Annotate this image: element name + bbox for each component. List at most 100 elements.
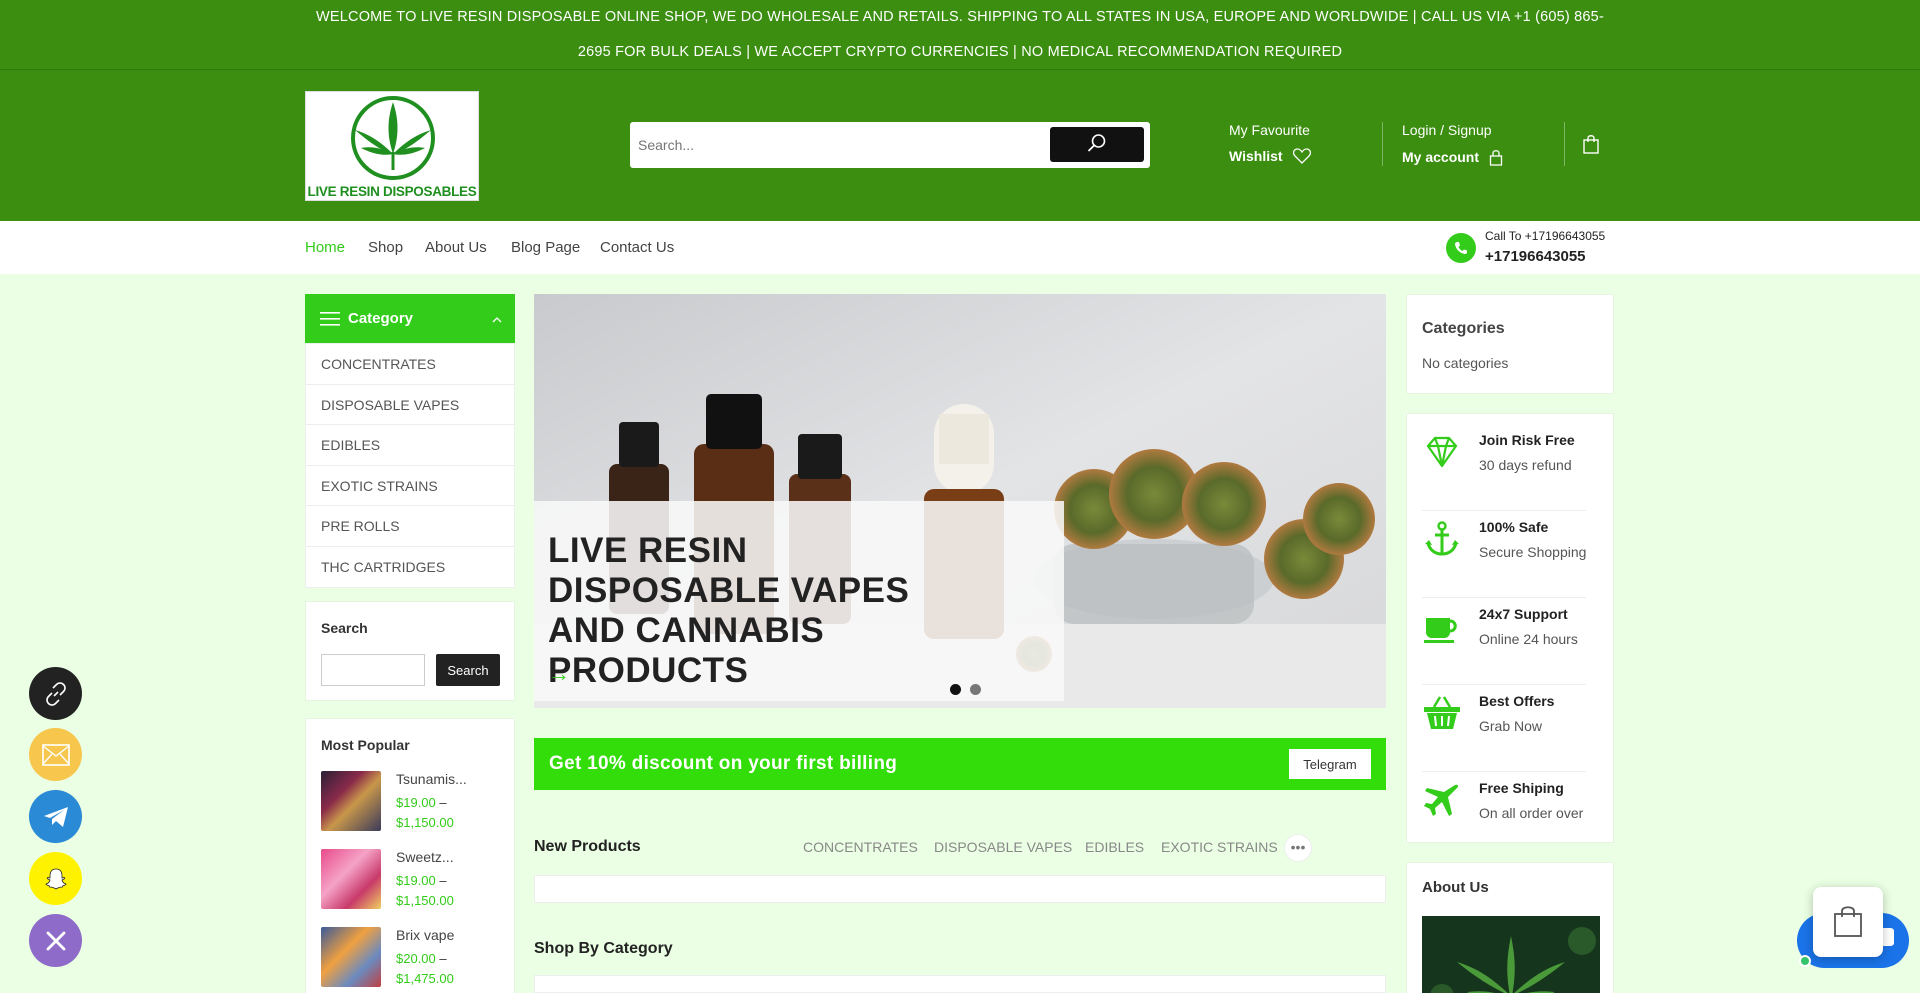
category-toggle[interactable]: Category: [305, 294, 515, 343]
logo-text: LIVE RESIN DISPOSABLES: [307, 184, 477, 199]
product-price: $19.00 – $1,150.00: [396, 795, 454, 830]
telegram-chat-button[interactable]: [29, 790, 82, 843]
main-nav: Home Shop About Us Blog Page Contact Us …: [0, 221, 1920, 274]
product-thumbnail[interactable]: [321, 771, 381, 831]
about-us-image: [1422, 916, 1600, 993]
about-us-title: About Us: [1422, 879, 1489, 896]
close-contacts-button[interactable]: [29, 914, 82, 967]
categories-widget-title: Categories: [1422, 320, 1505, 337]
header-divider: [1564, 122, 1565, 166]
chevron-up-icon: [492, 317, 502, 323]
nav-home[interactable]: Home: [305, 239, 345, 256]
category-item[interactable]: DISPOSABLE VAPES: [306, 385, 514, 425]
sidebar-search-button[interactable]: Search: [436, 654, 500, 686]
feature-title: Join Risk Free: [1479, 432, 1575, 448]
link-icon: [45, 681, 66, 706]
sidebar-search-input[interactable]: [321, 654, 425, 686]
category-item[interactable]: EDIBLES: [306, 425, 514, 466]
tab-disposable-vapes[interactable]: DISPOSABLE VAPES: [934, 839, 1072, 855]
product-name[interactable]: Tsunamis...: [396, 771, 467, 787]
nav-blog-page[interactable]: Blog Page: [511, 239, 580, 256]
most-popular-widget: Most Popular Tsunamis... $19.00 – $1,150…: [305, 718, 515, 993]
product-thumbnail[interactable]: [321, 849, 381, 909]
cart-button[interactable]: [1583, 134, 1599, 159]
announcement-text: WELCOME TO LIVE RESIN DISPOSABLE ONLINE …: [316, 9, 1604, 60]
shop-by-category-title: Shop By Category: [534, 940, 673, 957]
wishlist-link[interactable]: My Favourite Wishlist: [1229, 122, 1311, 164]
new-products-grid: [534, 875, 1386, 903]
feature-item: Join Risk Free 30 days refund: [1422, 424, 1586, 511]
feature-title: Free Shiping: [1479, 780, 1564, 796]
product-name[interactable]: Brix vape: [396, 927, 454, 943]
nav-about-us[interactable]: About Us: [425, 239, 487, 256]
basket-icon: [1424, 696, 1460, 729]
feature-subtitle: On all order over: [1479, 805, 1584, 821]
search-button[interactable]: [1050, 127, 1144, 162]
most-popular-title: Most Popular: [321, 737, 410, 753]
snapchat-ghost-icon: [45, 868, 66, 889]
telegram-button[interactable]: Telegram: [1289, 749, 1371, 779]
nav-shop[interactable]: Shop: [368, 239, 403, 256]
discount-banner: Get 10% discount on your first billing T…: [534, 738, 1386, 790]
sidebar-search-title: Search: [321, 620, 368, 636]
email-button[interactable]: [29, 728, 82, 781]
menu-icon: [320, 312, 340, 326]
category-item[interactable]: PRE ROLLS: [306, 506, 514, 547]
more-tabs-button[interactable]: •••: [1284, 834, 1312, 862]
feature-subtitle: Online 24 hours: [1479, 631, 1578, 647]
search-input[interactable]: [638, 126, 1058, 164]
feature-subtitle: 30 days refund: [1479, 457, 1572, 473]
anchor-icon: [1425, 521, 1459, 556]
category-item[interactable]: EXOTIC STRAINS: [306, 466, 514, 506]
slider-cta-arrow[interactable]: →: [548, 661, 570, 687]
feature-title: 24x7 Support: [1479, 606, 1568, 622]
shopping-bag-icon: [1583, 135, 1599, 154]
tab-concentrates[interactable]: CONCENTRATES: [803, 839, 918, 855]
call-label: Call To +17196643055: [1485, 229, 1606, 243]
slider-dot-1[interactable]: [950, 684, 961, 695]
feature-item: Free Shiping On all order over: [1422, 772, 1586, 859]
feature-item: 24x7 Support Online 24 hours: [1422, 598, 1586, 685]
slider-caption: LIVE RESIN DISPOSABLE VAPES AND CANNABIS…: [534, 501, 1064, 701]
phone-icon[interactable]: [1446, 233, 1476, 263]
coffee-cup-icon: [1424, 618, 1457, 643]
mail-icon: [41, 743, 70, 766]
announcement-bar: WELCOME TO LIVE RESIN DISPOSABLE ONLINE …: [0, 0, 1920, 70]
floating-cart-button[interactable]: [1813, 887, 1883, 957]
account-small-label: Login / Signup: [1402, 122, 1492, 138]
slider-dot-2[interactable]: [970, 684, 981, 695]
feature-item: 100% Safe Secure Shopping: [1422, 511, 1586, 598]
site-header: LIVE RESIN DISPOSABLES My Favourite Wish…: [0, 70, 1920, 221]
lock-icon: [1489, 150, 1503, 166]
category-title: Category: [348, 310, 414, 327]
header-divider: [1382, 122, 1383, 166]
nav-contact-us[interactable]: Contact Us: [600, 239, 674, 256]
heart-icon: [1292, 148, 1311, 164]
feature-title: 100% Safe: [1479, 519, 1549, 535]
features-widget: Join Risk Free 30 days refund 100% Safe …: [1406, 413, 1614, 843]
product-thumbnail[interactable]: [321, 927, 381, 987]
plane-icon: [1424, 784, 1459, 816]
site-logo[interactable]: LIVE RESIN DISPOSABLES: [305, 91, 479, 201]
shopping-bag-icon: [1834, 906, 1862, 937]
product-price: $19.00 – $1,150.00: [396, 873, 454, 908]
feature-subtitle: Secure Shopping: [1479, 544, 1587, 560]
snapchat-button[interactable]: [29, 852, 82, 905]
category-list: CONCENTRATES DISPOSABLE VAPES EDIBLES EX…: [305, 343, 515, 588]
category-item[interactable]: CONCENTRATES: [306, 344, 514, 385]
call-number[interactable]: +17196643055: [1485, 248, 1586, 265]
cannabis-leaf-icon: [351, 96, 435, 180]
feature-item: Best Offers Grab Now: [1422, 685, 1586, 772]
product-name[interactable]: Sweetz...: [396, 849, 454, 865]
new-products-title: New Products: [534, 838, 641, 855]
tab-exotic-strains[interactable]: EXOTIC STRAINS: [1161, 839, 1278, 855]
category-item[interactable]: THC CARTRIDGES: [306, 547, 514, 588]
shop-by-category-grid: [534, 975, 1386, 993]
categories-widget: Categories No categories: [1406, 294, 1614, 394]
hero-slider[interactable]: LIVE RESIN DISPOSABLE VAPES AND CANNABIS…: [534, 294, 1386, 708]
diamond-icon: [1426, 436, 1458, 468]
tab-edibles[interactable]: EDIBLES: [1085, 839, 1144, 855]
account-link[interactable]: Login / Signup My account: [1402, 122, 1503, 166]
link-share-button[interactable]: [29, 667, 82, 720]
telegram-icon: [43, 806, 68, 827]
